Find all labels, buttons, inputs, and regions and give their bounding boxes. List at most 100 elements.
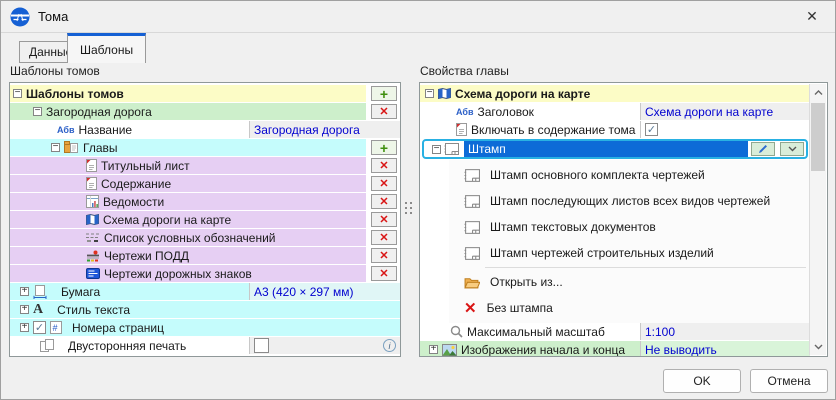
tree-row-podd-drawings[interactable]: Чертежи ПОДД ✕ [10,247,400,264]
stamp-icon [464,221,480,234]
chevron-up-icon [814,90,823,96]
cancel-button[interactable]: Отмена [750,369,828,393]
panel-splitter[interactable] [405,201,416,217]
stamp-option-no-stamp[interactable]: ✕ Без штампа [449,295,810,321]
tree-row-duplex-print[interactable]: Двусторонняя печать i [10,337,400,354]
title-bar: Тома [1,1,835,32]
tree-row-statements[interactable]: Ведомости ✕ [10,193,400,210]
close-icon: ✕ [806,8,818,25]
page-number-icon: # [50,321,62,334]
tab-templates[interactable]: Шаблоны [67,33,146,63]
stamp-option-main-set[interactable]: Штамп основного комплекта чертежей [449,162,810,188]
tree-row-text-style[interactable]: + A Стиль текста [10,301,400,318]
stamp-option-subsequent-sheets[interactable]: Штамп последующих листов всех видов черт… [449,188,810,214]
include-value-cell: ✓ [640,121,810,138]
image-icon [442,344,457,356]
tree-row-paper[interactable]: + Бумага А3 (420 × 297 мм) [10,283,400,300]
stamp-dropdown-button[interactable] [780,142,804,156]
expand-icon[interactable]: + [20,323,29,332]
map-icon [86,214,99,225]
right-panel-label: Свойства главы [420,64,509,78]
tree-row-country-road[interactable]: − Загородная дорога ✕ [10,103,400,120]
add-chapter-button[interactable]: + [371,140,397,155]
folder-pages-icon [64,141,79,154]
header-value[interactable]: Схема дороги на карте [640,103,810,120]
tree-row-templates-root[interactable]: − Шаблоны томов + [10,85,400,102]
collapse-icon[interactable]: − [51,143,60,152]
max-scale-value[interactable]: 1:100 [640,323,810,340]
tree-row-page-numbers[interactable]: + ✓ # Номера страниц [10,319,400,336]
delete-template-button[interactable]: ✕ [371,104,397,119]
add-template-button[interactable]: + [371,86,397,101]
legend-lines-icon [86,232,100,243]
collapse-icon[interactable]: − [432,145,441,154]
scroll-down-button[interactable] [810,338,826,355]
menu-separator [485,267,806,268]
chevron-down-icon [814,344,823,350]
property-row-start-end-images[interactable]: + Изображения начала и конца Не выводить [420,341,810,357]
ok-button[interactable]: OK [663,369,741,393]
collapse-icon[interactable]: − [13,89,22,98]
document-icon [456,123,467,136]
delete-chapter-button[interactable]: ✕ [371,230,397,245]
stamp-icon [464,169,480,182]
stamp-option-construction-products[interactable]: Штамп чертежей строительных изделий [449,240,810,266]
paper-value[interactable]: А3 (420 × 297 мм) [249,283,400,300]
expand-icon[interactable]: + [20,305,29,314]
tree-row-legend-list[interactable]: Список условных обозначений ✕ [10,229,400,246]
tree-row-contents[interactable]: Содержание ✕ [10,175,400,192]
stamp-icon [444,143,459,155]
collapse-icon[interactable]: − [33,107,42,116]
property-row-include-in-contents[interactable]: Включать в содержание тома ✓ [420,121,810,138]
include-checkbox[interactable]: ✓ [645,123,658,136]
duplex-checkbox[interactable] [254,338,269,353]
delete-chapter-button[interactable]: ✕ [371,158,397,173]
scroll-up-button[interactable] [810,84,826,101]
duplex-value-cell: i [249,337,400,354]
name-value[interactable]: Загородная дорога [249,121,400,138]
property-row-chapter-root[interactable]: − Схема дороги на карте [420,85,810,102]
tree-row-road-map-chapter[interactable]: Схема дороги на карте ✕ [10,211,400,228]
expand-icon[interactable]: + [429,345,438,354]
close-button[interactable]: ✕ [789,1,835,31]
font-icon: A [33,303,43,317]
stamp-icon [464,195,480,208]
tree-row-road-signs[interactable]: Чертежи дорожных знаков ✕ [10,265,400,282]
collapse-icon[interactable]: − [425,89,434,98]
document-icon [86,159,97,172]
page-numbers-checkbox[interactable]: ✓ [33,321,46,334]
delete-chapter-button[interactable]: ✕ [371,212,397,227]
start-end-images-value[interactable]: Не выводить [640,341,810,357]
info-icon[interactable]: i [383,339,396,352]
abc-icon: Абв [57,125,74,135]
scrollbar[interactable] [809,84,826,355]
stamp-selected-label: Штамп [464,141,748,157]
expand-icon[interactable]: + [20,287,29,296]
chevron-down-icon [788,146,797,152]
no-stamp-icon: ✕ [464,302,477,315]
delete-chapter-button[interactable]: ✕ [371,266,397,281]
delete-chapter-button[interactable]: ✕ [371,194,397,209]
stamp-options-menu: Штамп основного комплекта чертежей Штамп… [449,160,810,323]
paper-size-icon [33,285,47,299]
table-chart-icon [86,195,99,208]
delete-chapter-button[interactable]: ✕ [371,248,397,263]
tree-row-chapters[interactable]: − Главы + [10,139,400,156]
property-row-max-scale[interactable]: Максимальный масштаб 1:100 [420,323,810,340]
traffic-scheme-icon [86,250,100,262]
delete-chapter-button[interactable]: ✕ [371,176,397,191]
stamp-icon [464,247,480,260]
map-icon [438,88,451,99]
pencil-icon [758,144,768,154]
left-panel-label: Шаблоны томов [10,64,100,78]
stamp-option-text-documents[interactable]: Штамп текстовых документов [449,214,810,240]
tree-row-title-sheet[interactable]: Титульный лист ✕ [10,157,400,174]
edit-stamp-button[interactable] [751,142,775,156]
magnifier-icon [450,325,463,338]
tree-row-name[interactable]: Абв Название Загородная дорога [10,121,400,138]
two-pages-icon [40,339,54,352]
scrollbar-thumb[interactable] [811,103,825,171]
property-row-stamp[interactable]: − Штамп [422,139,808,159]
property-row-header[interactable]: Абв Заголовок Схема дороги на карте [420,103,810,120]
stamp-option-open-from[interactable]: Открыть из... [449,269,810,295]
